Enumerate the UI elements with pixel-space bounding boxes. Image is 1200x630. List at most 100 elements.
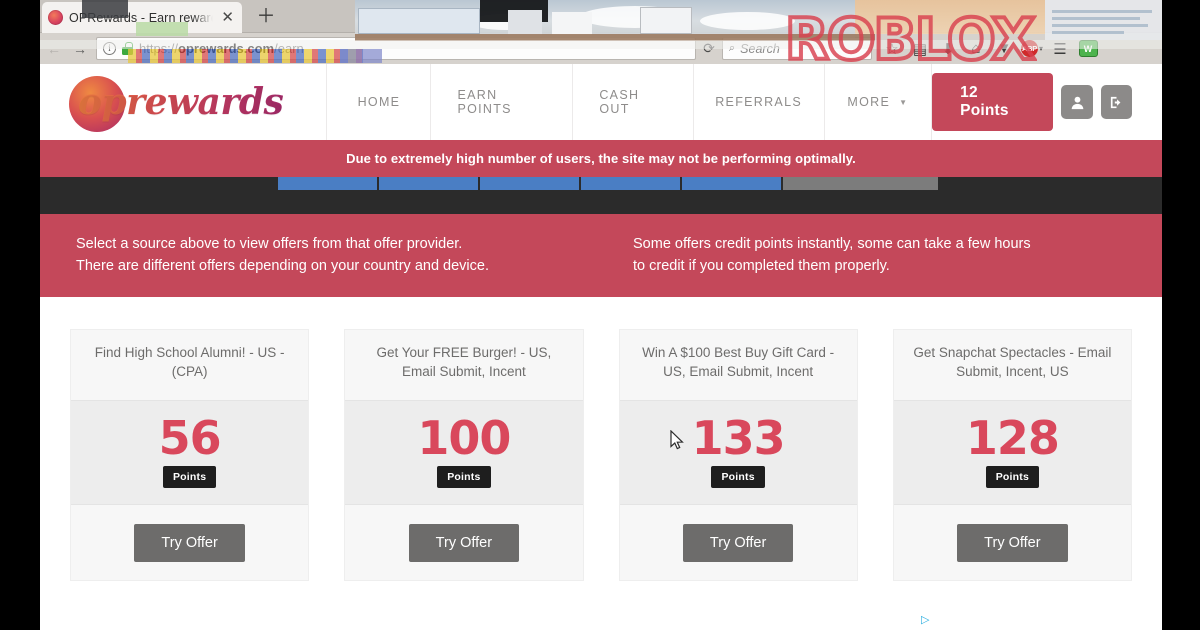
adblock-plus-icon[interactable]: ABP ▾ — [1018, 36, 1046, 62]
offers-section: Find High School Alumni! - US - (CPA) 56… — [40, 297, 1162, 630]
try-offer-button[interactable]: Try Offer — [957, 523, 1068, 562]
offer-title: Win A $100 Best Buy Gift Card - US, Emai… — [642, 345, 835, 379]
nav-item-home[interactable]: HOME — [326, 64, 430, 140]
pocket-icon[interactable]: ▼ — [990, 36, 1018, 62]
offer-points-block: 128 Points — [893, 400, 1131, 505]
nav-item-cash-out[interactable]: CASH OUT — [572, 64, 692, 140]
offer-card[interactable]: Get Your FREE Burger! - US, Email Submit… — [344, 329, 584, 581]
nav-label: EARN POINTS — [457, 88, 512, 116]
ad-area: ▷ — [70, 613, 1132, 630]
back-icon[interactable]: ← — [42, 38, 66, 60]
logout-icon — [1110, 96, 1121, 108]
tab-title: OPRewards - Earn rewards fo — [69, 10, 213, 25]
offer-points-value: 133 — [691, 411, 786, 465]
search-placeholder: Search — [740, 41, 780, 56]
try-offer-button[interactable]: Try Offer — [134, 523, 245, 562]
nav-label: REFERRALS — [715, 95, 802, 109]
site-logo[interactable]: oprewards — [40, 64, 326, 140]
library-icon[interactable]: ▤ — [906, 36, 934, 62]
offer-points-value: 100 — [417, 411, 511, 465]
offer-source-tab[interactable] — [379, 177, 478, 190]
offer-footer: Try Offer — [345, 505, 582, 580]
browser-tabstrip: OPRewards - Earn rewards fo ✕ ＋ — [40, 0, 1162, 33]
offer-card[interactable]: Find High School Alumni! - US - (CPA) 56… — [70, 329, 310, 581]
extension-badge: W — [1078, 40, 1098, 57]
favicon-icon — [48, 10, 63, 25]
nav-item-more[interactable]: MORE ▼ — [823, 64, 933, 140]
downloads-icon[interactable]: ⬇ — [934, 36, 962, 62]
chrome-toolbar-icons: ☆ ▤ ⬇ ⌂ ▼ ABP ▾ ☰ W — [878, 36, 1102, 62]
browser-navbar: ← → i https://oprewards.com/earn ⟳ ⌕ Sea… — [40, 33, 1162, 64]
chevron-down-icon: ▾ — [1038, 44, 1043, 53]
try-offer-button[interactable]: Try Offer — [408, 523, 520, 562]
offer-footer: Try Offer — [894, 505, 1131, 580]
offer-points-value: 128 — [965, 411, 1060, 465]
offer-source-tab[interactable] — [581, 177, 680, 190]
logo-text: oprewards — [69, 76, 284, 132]
new-tab-icon[interactable]: ＋ — [254, 6, 278, 30]
nav-item-referrals[interactable]: REFERRALS — [692, 64, 824, 140]
offer-points-block: 100 Points — [345, 400, 583, 505]
alert-message: Due to extremely high number of users, t… — [346, 151, 856, 166]
reload-icon[interactable]: ⟳ — [696, 40, 722, 57]
points-badge: Points — [985, 466, 1040, 488]
offer-footer: Try Offer — [71, 505, 308, 580]
screenshot-root: OPRewards - Earn rewards fo ✕ ＋ ← → i ht… — [0, 0, 1200, 630]
url-host: oprewards.com — [178, 41, 275, 56]
offer-card[interactable]: Get Snapchat Spectacles - Email Submit, … — [892, 329, 1132, 581]
offer-points-block: 56 Points — [71, 400, 309, 505]
site-header: oprewards HOME EARN POINTS CASH OUT REFE… — [40, 64, 1162, 140]
info-left-line-2: There are different offers depending on … — [76, 258, 489, 275]
letterbox-left — [0, 0, 40, 630]
url-text: https://oprewards.com/earn — [139, 41, 304, 56]
info-left-line-1: Select a source above to view offers fro… — [76, 236, 463, 252]
adchoices-icon[interactable]: ▷ — [921, 613, 929, 626]
lock-icon — [122, 42, 133, 55]
offer-footer: Try Offer — [620, 505, 857, 580]
user-icon — [1071, 96, 1083, 109]
nav-buttons: ← → — [40, 38, 96, 60]
points-badge: Points — [437, 466, 491, 488]
bookmark-star-icon[interactable]: ☆ — [878, 36, 906, 62]
header-actions: 12 Points — [932, 64, 1162, 140]
browser-tab[interactable]: OPRewards - Earn rewards fo ✕ — [42, 2, 242, 33]
main-nav: HOME EARN POINTS CASH OUT REFERRALS MORE… — [326, 64, 933, 140]
info-right-line-1: Some offers credit points instantly, som… — [633, 236, 1031, 252]
nav-item-earn-points[interactable]: EARN POINTS — [430, 64, 572, 140]
hamburger-menu-icon[interactable]: ☰ — [1046, 36, 1074, 62]
search-input[interactable]: ⌕ Search — [722, 37, 872, 60]
chevron-down-icon: ▼ — [899, 97, 909, 107]
nav-label: HOME — [357, 95, 401, 109]
points-badge: Points — [711, 466, 765, 488]
points-button[interactable]: 12 Points — [932, 73, 1054, 131]
info-column-right: Some offers credit points instantly, som… — [601, 214, 1162, 297]
offer-title: Find High School Alumni! - US - (CPA) — [94, 345, 285, 379]
offer-title: Get Your FREE Burger! - US, Email Submit… — [376, 345, 552, 379]
extension-icon[interactable]: W — [1074, 36, 1102, 62]
offer-source-tabs — [60, 177, 1142, 214]
offer-source-tab[interactable] — [480, 177, 579, 190]
offer-source-tab[interactable] — [278, 177, 377, 190]
try-offer-button[interactable]: Try Offer — [682, 523, 794, 562]
nav-label: CASH OUT — [599, 88, 640, 116]
offer-points-value: 56 — [158, 411, 222, 465]
search-icon: ⌕ — [729, 42, 736, 54]
offer-title: Get Snapchat Spectacles - Email Submit, … — [913, 345, 1112, 379]
abp-badge: ABP — [1020, 40, 1038, 57]
offer-source-tab-selected[interactable] — [783, 177, 938, 190]
offer-card[interactable]: Win A $100 Best Buy Gift Card - US, Emai… — [618, 329, 858, 581]
points-badge: Points — [162, 466, 217, 488]
nav-label: MORE — [847, 95, 891, 109]
info-panel: Select a source above to view offers fro… — [40, 214, 1162, 297]
info-icon[interactable]: i — [103, 42, 116, 55]
offer-source-tab[interactable] — [682, 177, 781, 190]
url-path: /earn — [274, 41, 304, 56]
info-column-left: Select a source above to view offers fro… — [40, 214, 601, 297]
logout-button[interactable] — [1100, 85, 1132, 119]
url-bar[interactable]: i https://oprewards.com/earn — [96, 37, 696, 60]
home-icon[interactable]: ⌂ — [962, 36, 990, 62]
close-icon[interactable]: ✕ — [219, 10, 236, 25]
account-button[interactable] — [1061, 85, 1093, 119]
forward-icon[interactable]: → — [68, 38, 92, 60]
browser-chrome: OPRewards - Earn rewards fo ✕ ＋ ← → i ht… — [40, 0, 1162, 71]
